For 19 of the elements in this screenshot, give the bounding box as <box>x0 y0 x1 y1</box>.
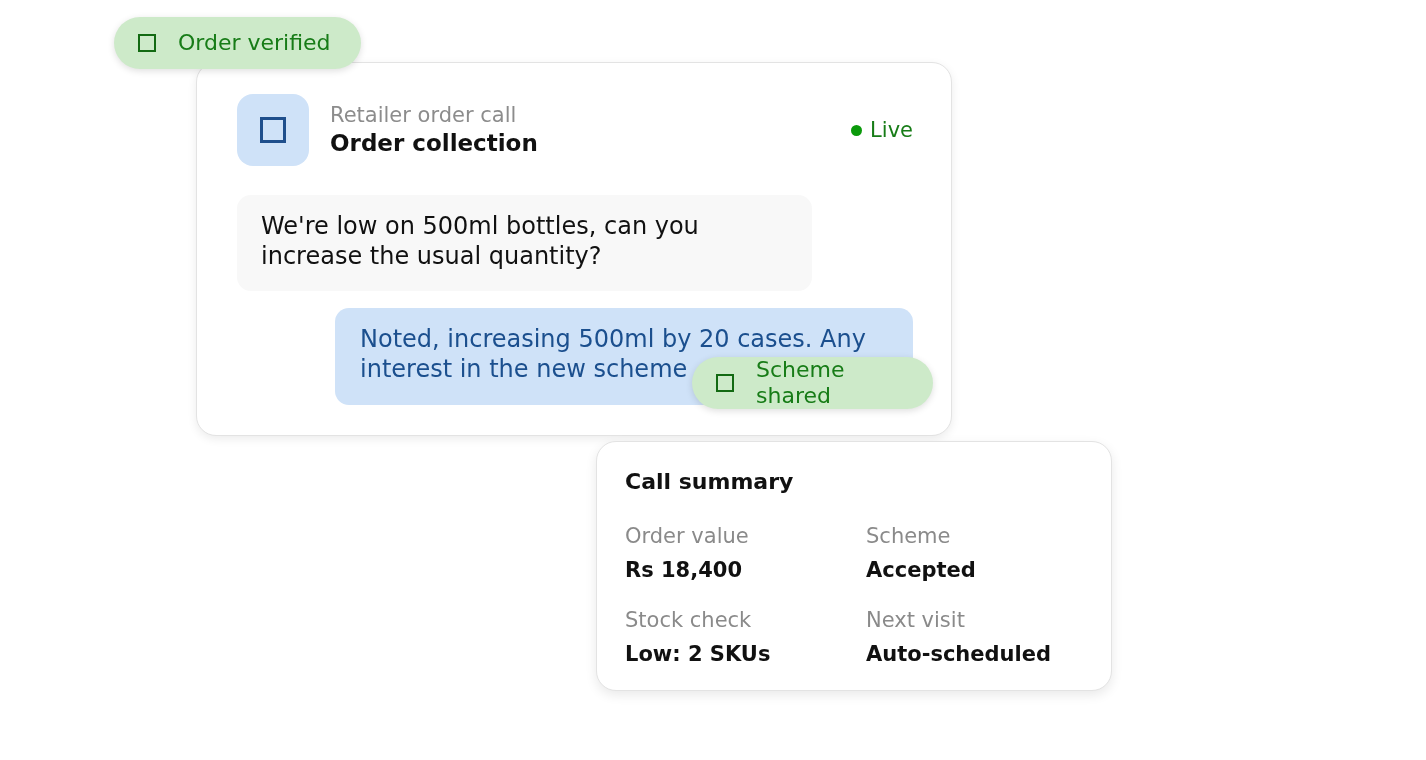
field-value: Auto-scheduled <box>866 641 1051 668</box>
status-dot-icon <box>851 124 863 136</box>
chip-text: Order verified <box>178 30 331 56</box>
field-value: Rs 18,400 <box>625 557 743 584</box>
status-label: Live <box>870 117 913 143</box>
field-label: Stock check <box>625 607 752 634</box>
chip-text: Scheme shared <box>756 357 846 409</box>
field-value: Accepted <box>866 557 976 584</box>
call-title: Order collection <box>330 129 538 158</box>
call-subtitle: Retailer order call <box>330 102 517 128</box>
field-label: Scheme <box>866 523 951 550</box>
square-icon <box>716 374 734 392</box>
square-icon <box>138 34 156 52</box>
field-label: Next visit <box>866 607 965 634</box>
square-icon <box>237 94 309 166</box>
field-value: Low: 2 SKUs <box>625 641 771 668</box>
field-label: Order value <box>625 523 749 550</box>
incoming-message: We're low on 500ml bottles, can you increase the usual quantity? <box>237 195 812 291</box>
summary-title: Call summary <box>625 468 794 496</box>
